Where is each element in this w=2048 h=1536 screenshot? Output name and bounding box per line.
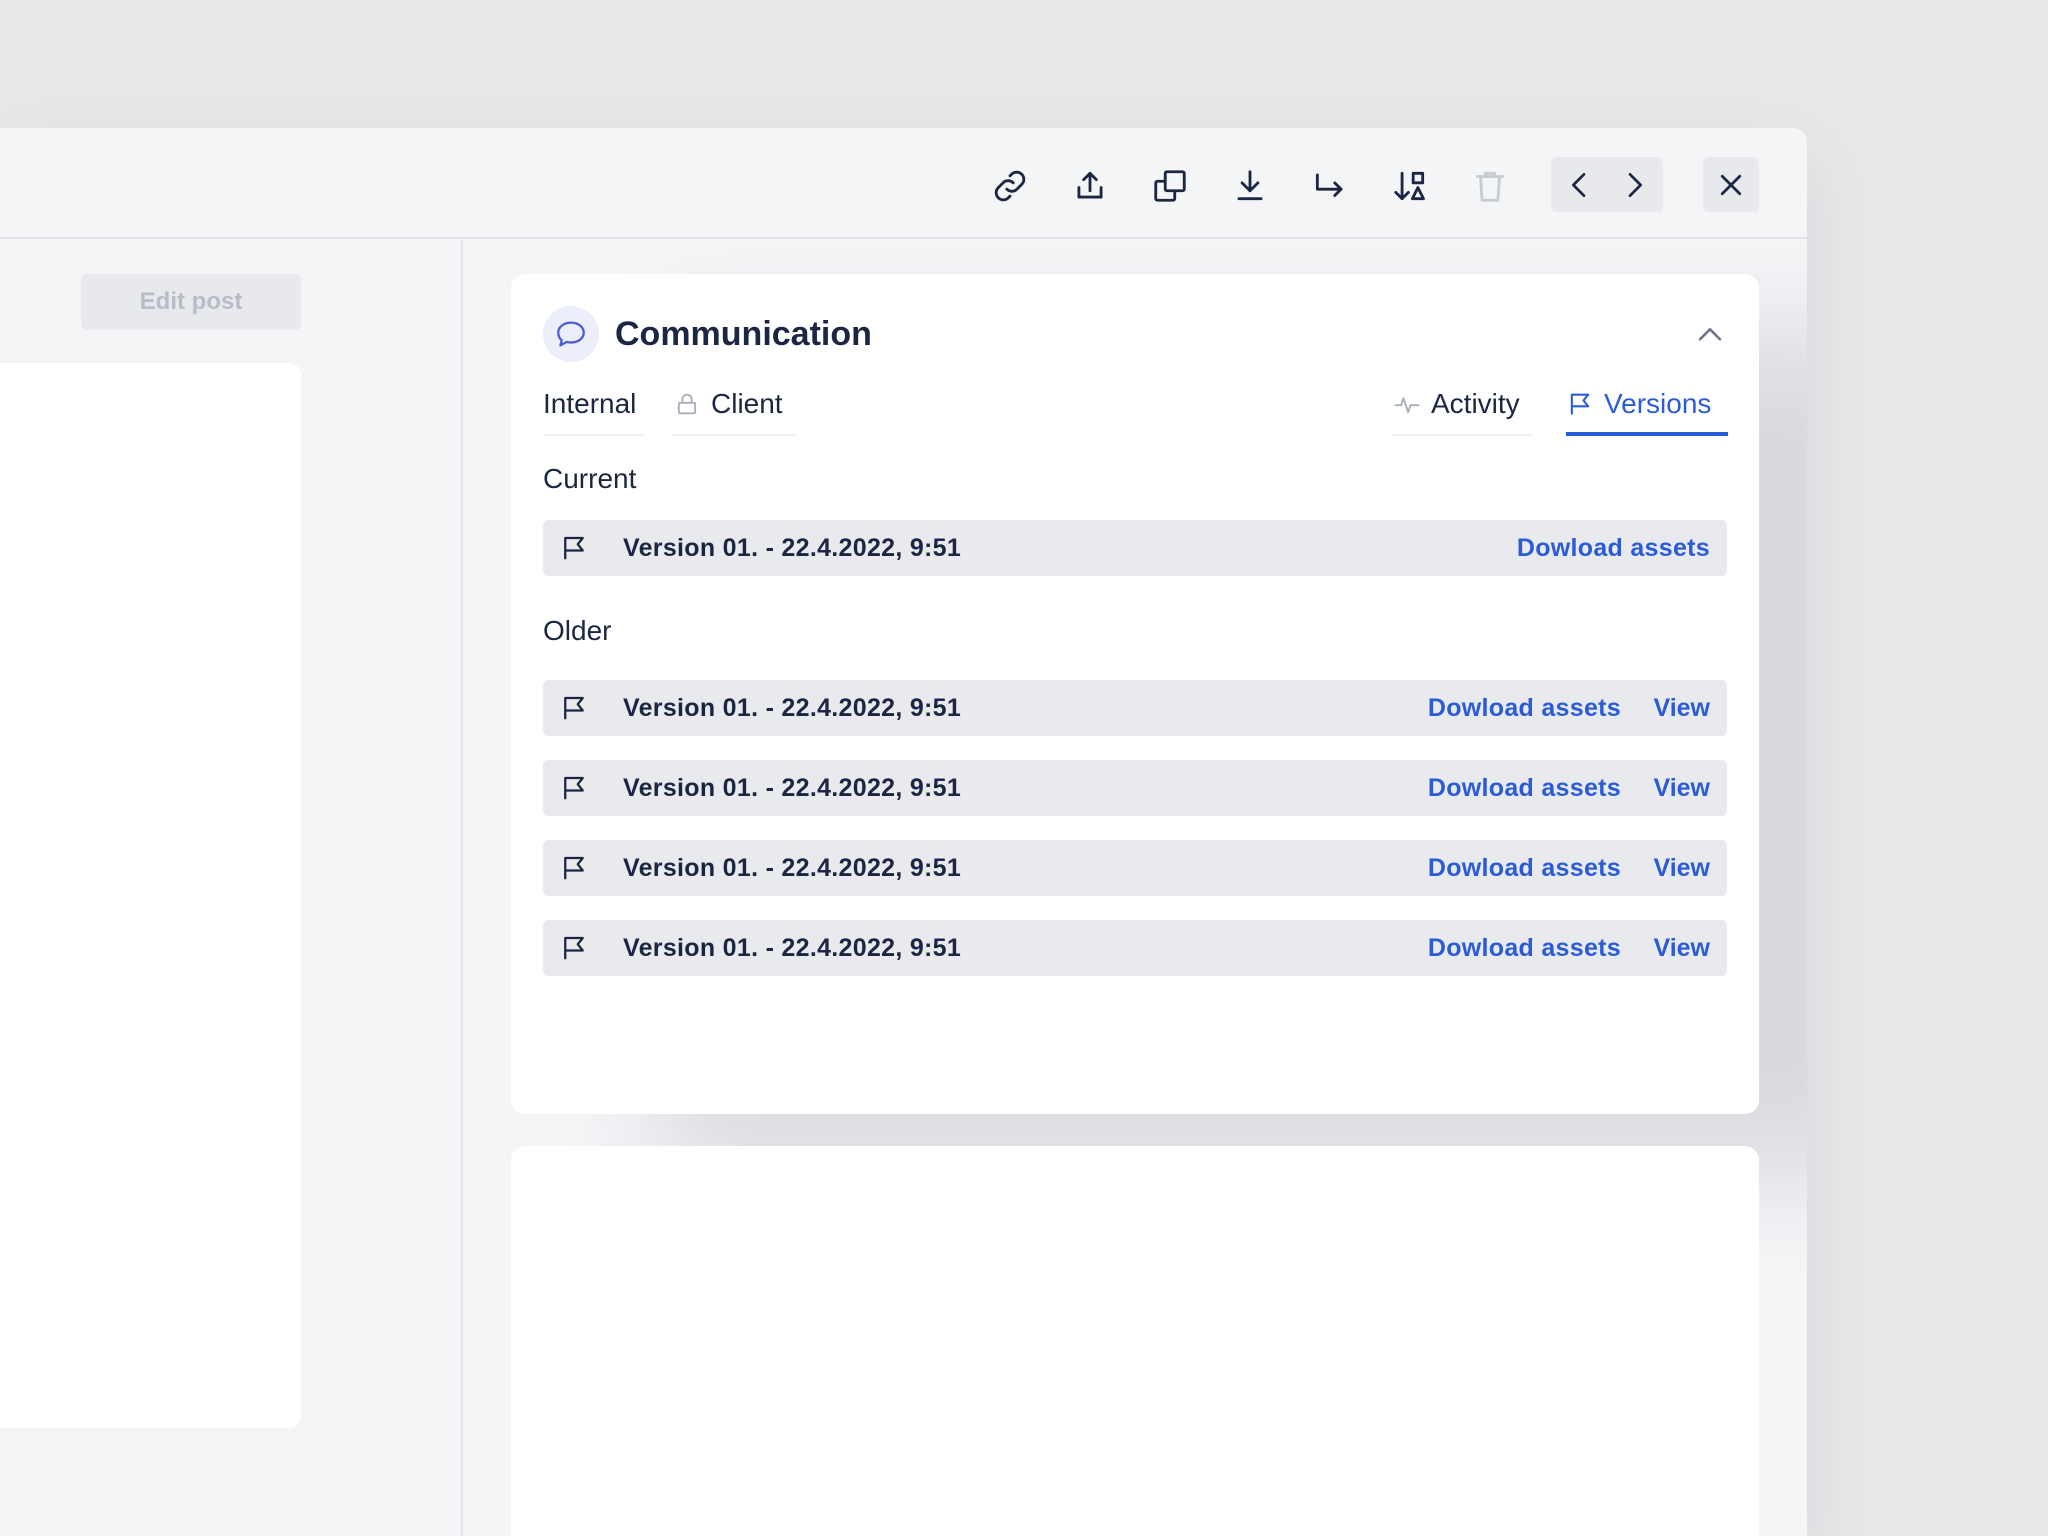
download-assets-link[interactable]: Dowload assets <box>1517 534 1710 562</box>
chevron-right-icon <box>1628 173 1642 197</box>
view-link[interactable]: View <box>1653 694 1710 722</box>
tab-label: Internal <box>543 388 637 419</box>
secondary-panel <box>511 1146 1759 1536</box>
post-detail-window: Edit post Communication Internal Client … <box>0 128 1807 1536</box>
previous-button[interactable] <box>1557 162 1603 208</box>
close-icon <box>1720 174 1742 195</box>
link-icon[interactable] <box>987 163 1033 209</box>
chevron-left-icon <box>1572 173 1586 197</box>
download-assets-link[interactable]: Dowload assets <box>1428 774 1621 802</box>
version-label: Version 01. - 22.4.2022, 9:51 <box>623 854 962 882</box>
flag-icon <box>559 693 589 723</box>
chat-bubble-icon <box>543 306 599 362</box>
older-version-row: Version 01. - 22.4.2022, 9:51 Dowload as… <box>543 680 1727 736</box>
panel-title: Communication <box>615 315 872 353</box>
view-link[interactable]: View <box>1653 774 1710 802</box>
tab-client[interactable]: Client <box>673 386 795 436</box>
older-version-row: Version 01. - 22.4.2022, 9:51 Dowload as… <box>543 760 1727 816</box>
tab-label: Versions <box>1604 388 1712 419</box>
toolbar <box>0 128 1807 239</box>
post-preview-card <box>0 363 301 1428</box>
older-version-row: Version 01. - 22.4.2022, 9:51 Dowload as… <box>543 920 1727 976</box>
activity-icon <box>1394 397 1420 414</box>
older-version-row: Version 01. - 22.4.2022, 9:51 Dowload as… <box>543 840 1727 896</box>
download-assets-link[interactable]: Dowload assets <box>1428 854 1621 882</box>
copy-icon[interactable] <box>1147 163 1193 209</box>
tab-internal[interactable]: Internal <box>543 386 643 436</box>
lock-icon <box>677 393 697 415</box>
flag-icon <box>559 933 589 963</box>
edit-post-button[interactable]: Edit post <box>81 274 301 330</box>
flag-icon <box>559 533 589 563</box>
download-assets-link[interactable]: Dowload assets <box>1428 934 1621 962</box>
older-section-label: Older <box>543 615 612 646</box>
tab-label: Client <box>711 388 783 419</box>
upload-icon[interactable] <box>1067 163 1113 209</box>
panel-divider <box>461 239 463 1536</box>
view-link[interactable]: View <box>1653 934 1710 962</box>
pagination-nav <box>1551 157 1663 212</box>
version-label: Version 01. - 22.4.2022, 9:51 <box>623 534 962 562</box>
current-section-label: Current <box>543 463 637 494</box>
current-version-row: Version 01. - 22.4.2022, 9:51 Dowload as… <box>543 520 1727 576</box>
trash-icon[interactable] <box>1467 163 1513 209</box>
flag-icon <box>559 853 589 883</box>
version-label: Version 01. - 22.4.2022, 9:51 <box>623 934 962 962</box>
flag-icon <box>1570 393 1590 415</box>
tab-activity[interactable]: Activity <box>1393 386 1531 436</box>
communication-panel: Communication Internal Client Activity V… <box>511 274 1759 1114</box>
download-icon[interactable] <box>1227 163 1273 209</box>
version-label: Version 01. - 22.4.2022, 9:51 <box>623 694 962 722</box>
next-button[interactable] <box>1611 162 1657 208</box>
version-label: Version 01. - 22.4.2022, 9:51 <box>623 774 962 802</box>
forward-icon[interactable] <box>1307 163 1353 209</box>
chevron-up-icon[interactable] <box>1691 316 1729 354</box>
tab-label: Activity <box>1431 388 1520 419</box>
view-link[interactable]: View <box>1653 854 1710 882</box>
flag-icon <box>559 773 589 803</box>
tab-versions[interactable]: Versions <box>1566 386 1728 436</box>
close-button[interactable] <box>1703 157 1759 212</box>
download-assets-link[interactable]: Dowload assets <box>1428 694 1621 722</box>
sort-icon[interactable] <box>1387 163 1433 209</box>
